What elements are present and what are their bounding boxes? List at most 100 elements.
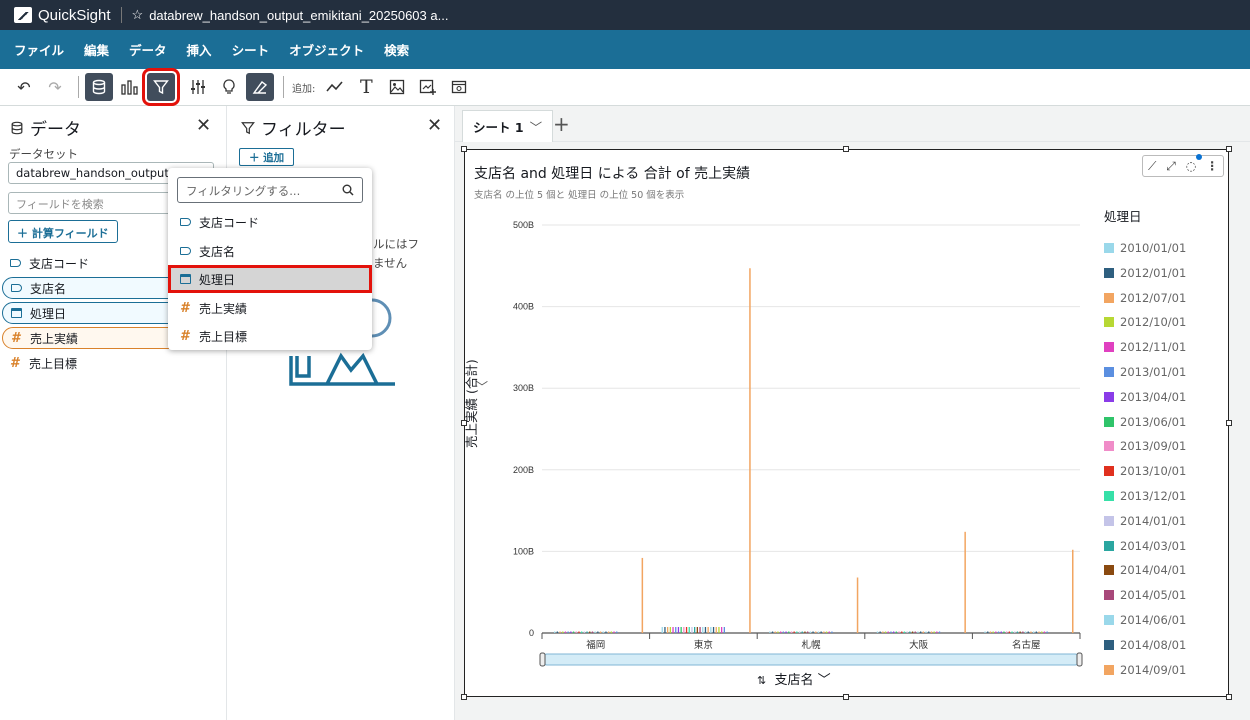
x-axis-scrollbar[interactable] [541,653,1081,666]
bar[interactable] [1041,631,1043,634]
legend-item[interactable]: 2014/04/01 [1104,563,1186,577]
bar[interactable] [567,631,569,634]
legend-item[interactable]: 2013/06/01 [1104,415,1186,429]
bar[interactable] [925,631,927,634]
dropdown-item[interactable]: # 売上実績 [168,294,372,322]
bar[interactable] [771,631,774,634]
bar[interactable] [1030,631,1032,634]
bar[interactable] [920,631,922,634]
bar[interactable] [613,631,615,634]
bar[interactable] [884,631,887,634]
bar[interactable] [702,627,704,633]
bar[interactable] [823,631,825,634]
scrollbar-handle[interactable] [1076,652,1083,667]
bar[interactable] [831,631,833,634]
bar[interactable] [712,627,715,633]
bar[interactable] [820,631,822,634]
bar[interactable] [928,631,930,634]
bar[interactable] [890,631,892,634]
bar[interactable] [591,631,594,634]
bar[interactable] [605,631,607,634]
bar[interactable] [817,631,820,634]
bar[interactable] [790,631,793,634]
bar[interactable] [667,627,669,633]
bar[interactable] [594,631,596,634]
x-tick-label[interactable]: 東京 [694,639,713,651]
bar[interactable] [917,631,919,634]
bar[interactable] [882,631,884,634]
bar[interactable] [933,631,935,634]
bar-2012-07-01[interactable] [856,577,859,633]
bar[interactable] [879,631,881,634]
bar[interactable] [1000,631,1002,634]
bar[interactable] [987,631,989,634]
x-tick-label[interactable]: 大阪 [909,639,929,651]
bar[interactable] [578,631,580,634]
bar[interactable] [721,627,723,633]
bar[interactable] [608,631,610,634]
bar[interactable] [575,631,577,634]
bar[interactable] [616,631,618,634]
bar[interactable] [984,631,986,634]
bar[interactable] [997,631,1000,634]
legend-item[interactable]: 2012/07/01 [1104,291,1186,305]
bar[interactable] [583,631,585,634]
bar[interactable] [909,631,911,634]
bar[interactable] [901,631,903,634]
legend-item[interactable]: 2013/04/01 [1104,390,1186,404]
bar[interactable] [938,631,941,634]
legend-item[interactable]: 2012/10/01 [1104,315,1186,329]
bar[interactable] [554,631,556,634]
bar[interactable] [586,631,588,634]
bar[interactable] [922,631,924,634]
bar[interactable] [715,627,717,633]
bar[interactable] [707,627,709,633]
dropdown-item[interactable]: 支店名 [168,237,372,265]
bar[interactable] [780,631,782,634]
bar[interactable] [774,631,776,634]
bar[interactable] [597,631,599,634]
dropdown-item[interactable]: # 売上目標 [168,322,372,350]
filter-search-input[interactable]: フィルタリングする... [177,177,363,203]
bar[interactable] [1006,631,1008,634]
bar[interactable] [723,627,725,633]
bar[interactable] [694,627,696,633]
x-tick-label[interactable]: 名古屋 [1012,639,1041,651]
bar[interactable] [683,627,685,633]
bar[interactable] [718,627,720,633]
bar[interactable] [936,631,938,634]
bar[interactable] [691,627,693,633]
legend-item[interactable]: 2013/12/01 [1104,489,1186,503]
bar[interactable] [804,631,806,634]
bar[interactable] [828,631,830,634]
bar[interactable] [911,631,914,634]
bar[interactable] [1011,631,1013,634]
bar[interactable] [906,631,908,634]
bar[interactable] [769,631,771,634]
scrollbar-handle[interactable] [539,652,546,667]
bar[interactable] [675,627,677,633]
bar[interactable] [1016,631,1019,634]
bar[interactable] [610,631,612,634]
bar[interactable] [664,627,666,633]
bar[interactable] [812,631,814,634]
bar[interactable] [688,627,690,633]
bar[interactable] [914,631,916,634]
bar[interactable] [1035,631,1037,634]
bar[interactable] [796,631,798,634]
bar[interactable] [825,631,828,634]
bar[interactable] [581,631,583,634]
bar-2012-07-01[interactable] [1072,549,1074,633]
bar[interactable] [1019,631,1021,634]
bar[interactable] [893,631,895,634]
bar[interactable] [570,631,572,634]
bar[interactable] [809,631,811,634]
bar[interactable] [876,631,879,634]
legend-item[interactable]: 2014/01/01 [1104,514,1186,528]
bar[interactable] [556,631,558,634]
bar[interactable] [696,627,698,633]
bar[interactable] [661,627,663,633]
dropdown-item[interactable]: 支店コード [168,208,372,236]
bar-2012-07-01[interactable] [964,531,966,633]
bar[interactable] [788,631,790,634]
